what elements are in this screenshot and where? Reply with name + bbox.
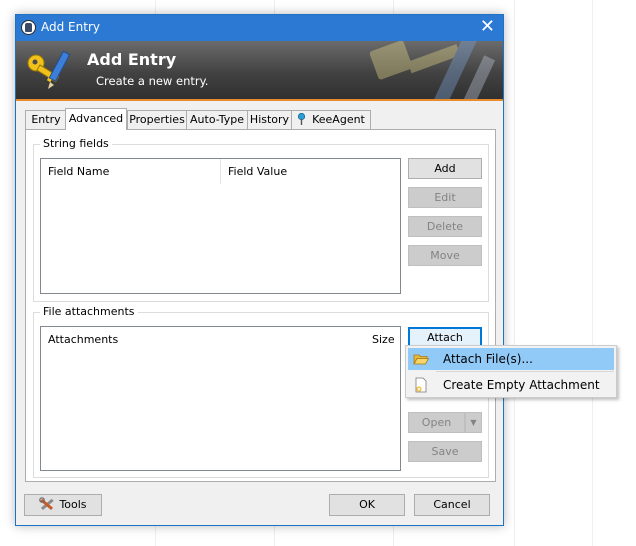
move-button[interactable]: Move (408, 245, 482, 266)
tab-history[interactable]: History (247, 110, 292, 129)
title-bar[interactable]: Add Entry ✕ (16, 15, 503, 41)
banner-subtitle: Create a new entry. (96, 74, 209, 88)
tab-label: History (249, 113, 290, 126)
advanced-tab-panel: String fields Field Name Field Value Add… (25, 129, 496, 482)
tools-icon (39, 497, 55, 511)
bg-gridline (514, 0, 515, 546)
bg-gridline (592, 0, 593, 546)
ok-button[interactable]: OK (329, 494, 405, 516)
column-header-field-name[interactable]: Field Name (41, 159, 220, 184)
tools-button[interactable]: Tools (24, 494, 102, 516)
string-fields-group: String fields Field Name Field Value Add… (33, 137, 489, 302)
delete-button[interactable]: Delete (408, 216, 482, 237)
keepass-lock-icon (21, 20, 36, 35)
group-label: String fields (40, 137, 112, 151)
list-header: Field Name Field Value (41, 159, 400, 184)
tab-label: Entry (31, 113, 61, 126)
tab-auto-type[interactable]: Auto-Type (186, 110, 248, 129)
folder-open-icon (413, 354, 429, 365)
chevron-down-icon: ▼ (470, 418, 477, 427)
tab-properties[interactable]: Properties (127, 110, 187, 129)
attach-dropdown-menu: Attach File(s)... Create Empty Attachmen… (405, 345, 617, 398)
menu-item-label: Attach File(s)... (443, 352, 533, 366)
column-header-field-value[interactable]: Field Value (220, 159, 400, 184)
close-icon[interactable]: ✕ (480, 17, 495, 37)
banner-title: Add Entry (87, 50, 177, 69)
column-header-size[interactable]: Size (365, 327, 400, 352)
key-pen-icon (27, 50, 71, 89)
column-header-attachments[interactable]: Attachments (41, 327, 341, 352)
tab-keeagent[interactable]: KeeAgent (291, 110, 371, 129)
group-label: File attachments (40, 305, 138, 319)
tab-label: Properties (129, 113, 185, 126)
save-button[interactable]: Save (408, 441, 482, 462)
list-header: Attachments Size (41, 327, 400, 352)
open-dropdown-button[interactable]: ▼ (465, 412, 482, 433)
window-title: Add Entry (41, 20, 100, 34)
open-button[interactable]: Open (408, 412, 465, 433)
add-entry-dialog: Add Entry ✕ Add Entry Create a new entry… (15, 14, 504, 526)
tab-label: Auto-Type (190, 113, 244, 126)
tab-label: KeeAgent (312, 113, 365, 126)
cancel-button[interactable]: Cancel (414, 494, 490, 516)
pin-icon (298, 113, 306, 125)
string-fields-list[interactable]: Field Name Field Value (40, 158, 401, 294)
edit-button[interactable]: Edit (408, 187, 482, 208)
tab-entry[interactable]: Entry (25, 110, 67, 129)
tab-label: Advanced (68, 112, 124, 125)
new-file-icon (415, 377, 427, 393)
menu-item-attach-files[interactable]: Attach File(s)... (408, 348, 614, 370)
menu-item-label: Create Empty Attachment (443, 378, 600, 392)
menu-separator (436, 371, 614, 372)
key-watermark-icon (369, 41, 496, 99)
tab-advanced[interactable]: Advanced (65, 108, 127, 130)
attachments-list[interactable]: Attachments Size (40, 326, 401, 471)
menu-item-create-empty-attachment[interactable]: Create Empty Attachment (408, 374, 614, 396)
tools-label: Tools (59, 498, 87, 511)
dialog-banner: Add Entry Create a new entry. (16, 41, 503, 101)
add-button[interactable]: Add (408, 158, 482, 179)
